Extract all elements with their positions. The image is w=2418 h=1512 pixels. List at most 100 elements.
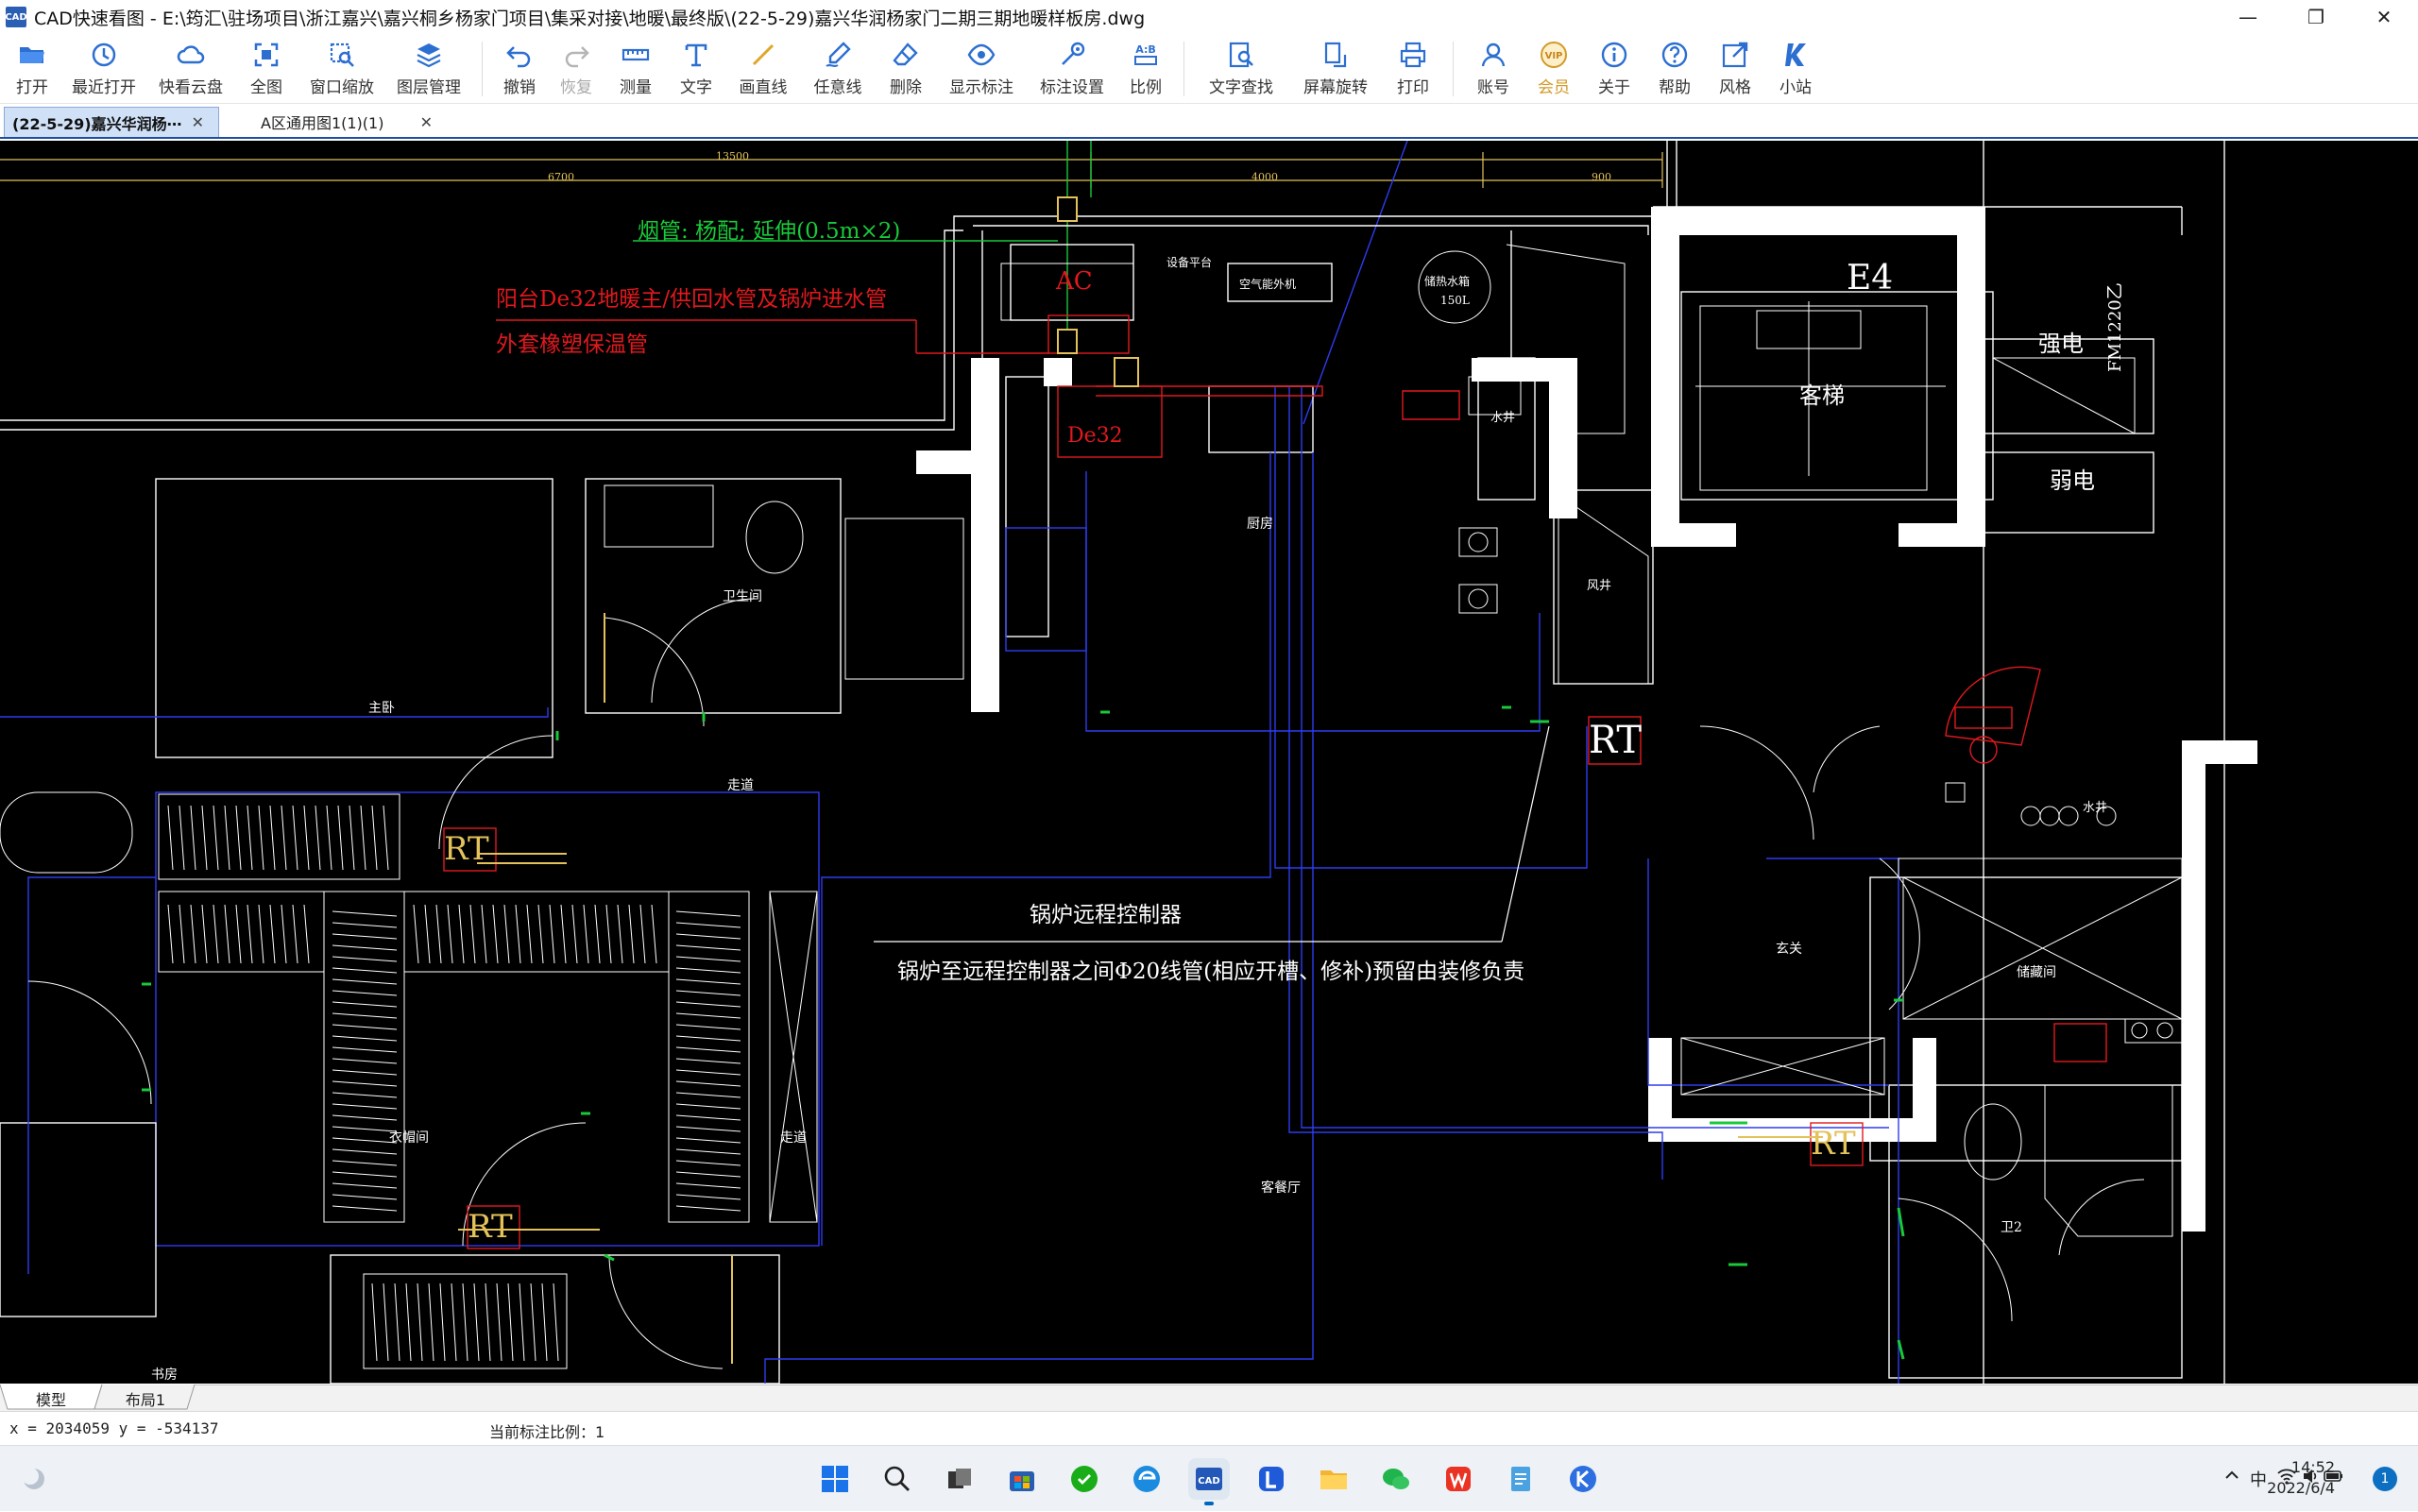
freeline-button[interactable]: 任意线 <box>800 34 876 104</box>
window-zoom-label: 窗口缩放 <box>310 78 374 97</box>
hatch-line <box>332 1160 398 1166</box>
hatch-line <box>503 904 510 964</box>
help-button[interactable]: 帮助 <box>1644 34 1705 104</box>
task-view-button[interactable] <box>939 1458 980 1500</box>
text-button[interactable]: 文字 <box>666 34 726 104</box>
measure-button[interactable]: 测量 <box>605 34 666 104</box>
hatch-line <box>332 1001 398 1008</box>
file-explorer-button[interactable] <box>1313 1458 1354 1500</box>
weather-widget[interactable] <box>13 1458 55 1500</box>
account-button[interactable]: 账号 <box>1463 34 1524 104</box>
hatch-line <box>371 1283 378 1362</box>
wechat-work-button[interactable] <box>1064 1458 1105 1500</box>
show-annotations-button[interactable]: 显示标注 <box>936 34 1027 104</box>
l-app-icon <box>1259 1467 1284 1491</box>
store-button[interactable] <box>1001 1458 1043 1500</box>
notepad-button[interactable] <box>1500 1458 1541 1500</box>
cloud-button[interactable]: 快看云盘 <box>147 34 234 104</box>
vip-button[interactable]: VIP 会员 <box>1524 34 1584 104</box>
fullview-button[interactable]: 全图 <box>234 34 298 104</box>
undo-button[interactable]: 撤销 <box>492 34 547 104</box>
hatch-line <box>405 1283 412 1362</box>
hatch-line <box>371 805 378 871</box>
about-button[interactable]: 关于 <box>1584 34 1644 104</box>
hatch-line <box>332 1182 398 1189</box>
search-icon <box>884 1466 910 1491</box>
hatch-line <box>675 1069 741 1076</box>
hatch-line <box>349 805 355 871</box>
wechat-button[interactable] <box>1375 1458 1417 1500</box>
maximize-button[interactable]: ❐ <box>2282 0 2350 34</box>
layers-button[interactable]: 图层管理 <box>385 34 472 104</box>
taskbar-search-button[interactable] <box>877 1458 918 1500</box>
hatch-line <box>332 1012 398 1019</box>
input-method-indicator[interactable]: 中 <box>2250 1467 2267 1491</box>
eraser-icon <box>893 42 918 66</box>
annotation-settings-button[interactable]: 标注设置 <box>1027 34 1117 104</box>
tab-general-drawing[interactable]: A区通用图1(1)(1) ✕ <box>223 107 440 137</box>
main-toolbar: 打开 最近打开 快看云盘 全图 窗口缩放 图层管理 撤销 恢复 测量 文字 画直… <box>0 34 2418 104</box>
kuaikan-button[interactable] <box>1562 1458 1604 1500</box>
hatch-line <box>571 904 578 964</box>
window-zoom-button[interactable]: 窗口缩放 <box>298 34 385 104</box>
close-icon[interactable]: ✕ <box>192 113 204 131</box>
open-button[interactable]: 打开 <box>4 34 60 104</box>
draw-line-button[interactable]: 画直线 <box>726 34 800 104</box>
thermostat-label: RT <box>468 1208 513 1246</box>
station-button[interactable]: 小站 <box>1765 34 1826 104</box>
folder-icon <box>1320 1470 1347 1489</box>
style-button[interactable]: 风格 <box>1705 34 1765 104</box>
style-icon <box>1722 42 1748 68</box>
tab-current-drawing[interactable]: (22-5-29)嘉兴华润杨⋯ ✕ <box>4 107 219 137</box>
hatch-line <box>383 1283 389 1362</box>
task-view-icon <box>948 1469 971 1488</box>
hatch-line <box>675 1035 741 1042</box>
start-button[interactable] <box>814 1458 856 1500</box>
tab-model[interactable]: 模型 <box>8 1385 94 1411</box>
text-search-button[interactable]: 文字查找 <box>1194 34 1288 104</box>
wps-button[interactable] <box>1438 1458 1479 1500</box>
edge-button[interactable] <box>1126 1458 1167 1500</box>
folder-open-icon <box>20 47 44 63</box>
scale-button[interactable]: A:B 比例 <box>1117 34 1174 104</box>
rotate-screen-button[interactable]: 屏幕旋转 <box>1288 34 1383 104</box>
hatch-line <box>675 944 741 951</box>
drawing-canvas[interactable]: 13500 6700 4000 900 烟管: 杨配; 延伸(0.5m×2) 阳… <box>0 141 2418 1384</box>
lark-button[interactable] <box>1251 1458 1292 1500</box>
hatch-line <box>332 1024 398 1030</box>
clock[interactable]: 14:52 2022/6/4 <box>2267 1457 2335 1499</box>
tray-expand-icon[interactable] <box>2223 1467 2240 1488</box>
cad-viewer-button[interactable]: CAD <box>1188 1458 1230 1505</box>
hatch-line <box>292 805 298 871</box>
notification-badge[interactable]: 1 <box>2373 1467 2397 1491</box>
text-search-icon <box>1229 42 1253 68</box>
station-icon <box>1785 43 1806 66</box>
svg-text:VIP: VIP <box>1545 51 1563 61</box>
pipe-size-label: De32 <box>1067 424 1123 448</box>
hatch-line <box>451 1283 457 1362</box>
hatch-line <box>224 805 230 871</box>
hatch-line <box>675 1012 741 1019</box>
dimension-right: 900 <box>1592 171 1611 183</box>
hatch-line <box>675 1092 741 1098</box>
close-button[interactable]: ✕ <box>2350 0 2418 34</box>
thermostat-label: RT <box>444 830 489 868</box>
hatch-line <box>675 1182 741 1189</box>
print-button[interactable]: 打印 <box>1383 34 1443 104</box>
clock-time: 14:52 <box>2290 1458 2335 1476</box>
hatch-line <box>417 1283 423 1362</box>
hatch-line <box>675 1126 741 1132</box>
recent-button[interactable]: 最近打开 <box>60 34 147 104</box>
hatch-line <box>675 990 741 996</box>
windows-start-icon <box>822 1466 848 1492</box>
svg-text:A:B: A:B <box>1135 43 1156 56</box>
tab-layout-1[interactable]: 布局1 <box>102 1385 189 1411</box>
close-icon[interactable]: ✕ <box>420 113 433 131</box>
delete-button[interactable]: 删除 <box>876 34 936 104</box>
rotate-screen-label: 屏幕旋转 <box>1303 78 1368 97</box>
room-kitchen: 厨房 <box>1247 517 1273 532</box>
cloud-label: 快看云盘 <box>159 78 223 97</box>
redo-button[interactable]: 恢复 <box>547 34 605 104</box>
minimize-button[interactable]: — <box>2214 0 2282 34</box>
hatch-line <box>651 904 657 964</box>
